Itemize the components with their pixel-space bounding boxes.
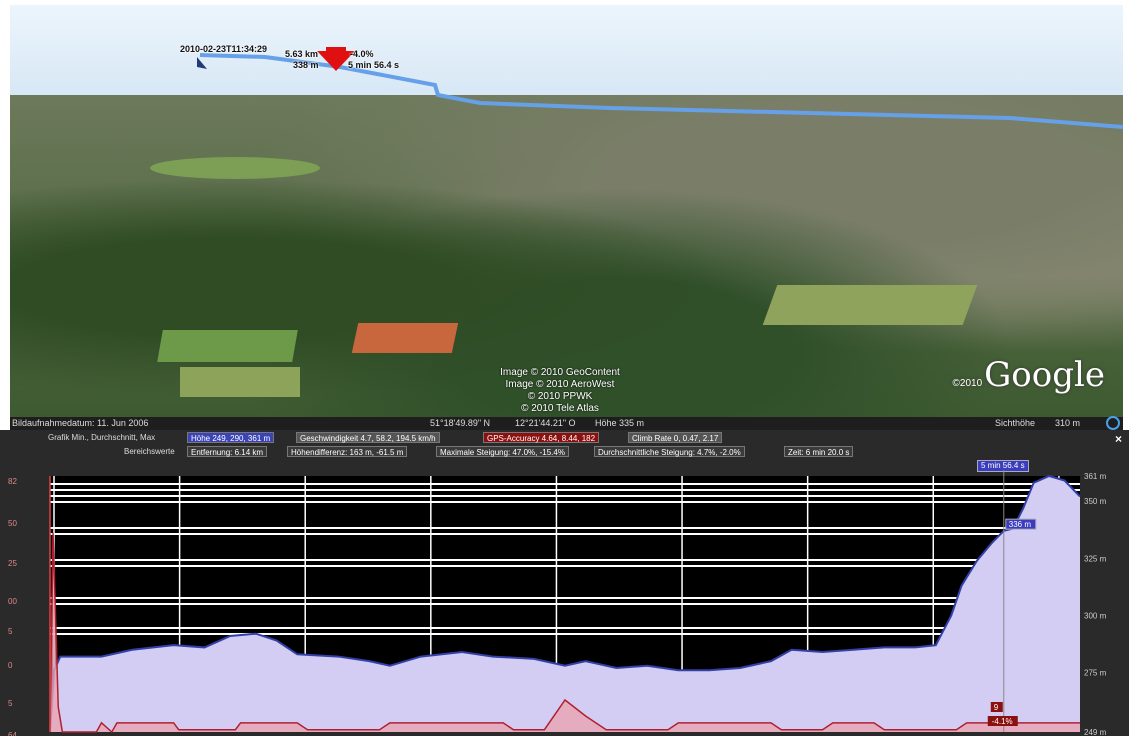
- grade-label: -4.1%: [992, 717, 1013, 726]
- graph-row-label: Grafik Min., Durchschnitt, Max: [48, 433, 156, 442]
- imagery-copyright: Image © 2010 GeoContent Image © 2010 Aer…: [500, 367, 620, 414]
- range-value-4: Zeit: 6 min 20.0 s: [784, 446, 854, 457]
- graph-series-toggles: Höhe 249, 290, 361 m Geschwindigkeit 4.7,…: [187, 432, 787, 443]
- track-altitude-label: 338 m: [293, 60, 319, 70]
- series-toggle-3[interactable]: Climb Rate 0, 0.47, 2.17: [628, 432, 723, 443]
- range-values: Entfernung: 6.14 km Höhendifferenz: 163 m…: [187, 446, 937, 457]
- track-time-label: 2010-02-23T11:34:29: [180, 44, 268, 54]
- left-tick-1: 50: [8, 519, 17, 528]
- track-grade-label: -4.0%: [350, 49, 374, 59]
- eye-altitude-label: Sichthöhe: [995, 418, 1036, 428]
- cursor-arrow-icon: [197, 57, 207, 69]
- left-tick-2: 25: [8, 559, 17, 568]
- right-tick-2: 325 m: [1084, 554, 1107, 563]
- left-tick-7: 64: [8, 731, 17, 736]
- left-tick-5: 0: [8, 661, 13, 670]
- right-tick-1: 350 m: [1084, 497, 1107, 506]
- track-duration-label: 5 min 56.4 s: [348, 60, 400, 70]
- right-tick-3: 300 m: [1084, 611, 1107, 620]
- left-tick-0: 82: [8, 477, 17, 486]
- series-toggle-0[interactable]: Höhe 249, 290, 361 m: [187, 432, 275, 443]
- close-icon[interactable]: ×: [1115, 432, 1122, 446]
- altitude: Höhe 335 m: [595, 418, 645, 428]
- left-tick-3: 00: [8, 597, 17, 606]
- latitude: 51°18'49.89" N: [430, 418, 491, 428]
- range-value-3: Durchschnittliche Steigung: 4.7%, -2.0%: [594, 446, 745, 457]
- map-viewport[interactable]: 2010-02-23T11:34:29 5.63 km 338 m -4.0% …: [10, 5, 1123, 417]
- left-tick-4: 5: [8, 627, 13, 636]
- imagery-date: Bildaufnahmedatum: 11. Jun 2006: [12, 418, 149, 428]
- status-bar: Bildaufnahmedatum: 11. Jun 2006 51°18'49…: [10, 416, 1123, 430]
- range-value-2: Maximale Steigung: 47.0%, -15.4%: [436, 446, 569, 457]
- app-window: 2010-02-23T11:34:29 5.63 km 338 m -4.0% …: [0, 0, 1129, 736]
- range-value-1: Höhendifferenz: 163 m, -61.5 m: [287, 446, 408, 457]
- eye-altitude-value: 310 m: [1055, 418, 1081, 428]
- right-tick-0: 361 m: [1084, 472, 1107, 481]
- status-ring-icon: [1106, 416, 1120, 430]
- google-logo: ©2010Google: [952, 355, 1105, 395]
- track-distance-label: 5.63 km: [285, 49, 319, 59]
- cursor-value-label: 336 m: [1009, 520, 1032, 529]
- right-tick-5: 249 m: [1084, 728, 1107, 736]
- range-values-label: Bereichswerte: [124, 447, 175, 456]
- series-toggle-2[interactable]: GPS-Accuracy 4.64, 8.44, 182: [483, 432, 600, 443]
- longitude: 12°21'44.21" O: [515, 418, 576, 428]
- series-toggle-1[interactable]: Geschwindigkeit 4.7, 58.2, 194.5 km/h: [296, 432, 440, 443]
- left-tick-6: 5: [8, 699, 13, 708]
- range-value-0: Entfernung: 6.14 km: [187, 446, 268, 457]
- elevation-profile-panel: × Grafik Min., Durchschnitt, Max Höhe 24…: [0, 430, 1129, 736]
- right-tick-4: 275 m: [1084, 669, 1107, 678]
- grade-marker: 9: [994, 703, 999, 712]
- elevation-chart[interactable]: 361 m350 m325 m300 m275 m249 m8250250050…: [0, 470, 1129, 736]
